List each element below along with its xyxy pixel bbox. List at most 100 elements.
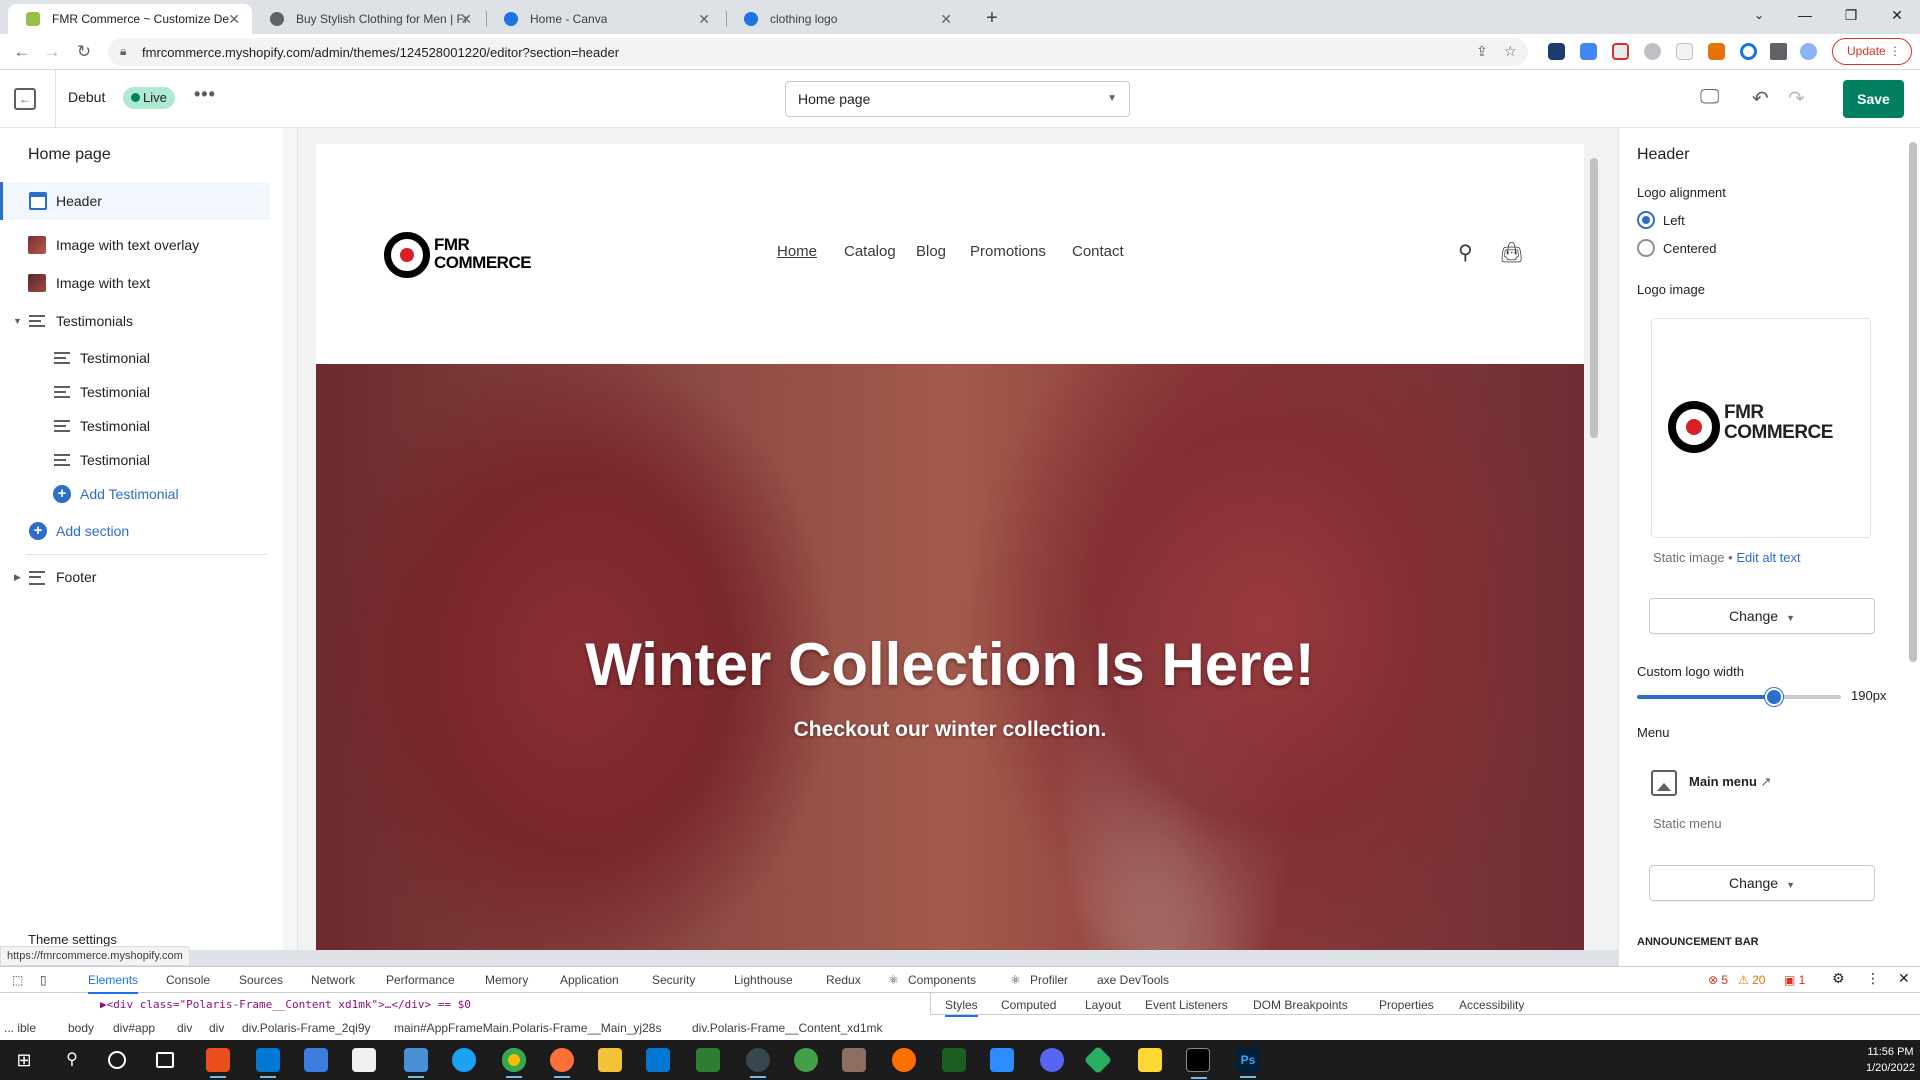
extension-icon[interactable] bbox=[1612, 43, 1629, 60]
edit-alt-text-link[interactable]: Edit alt text bbox=[1736, 550, 1800, 565]
extension-icon[interactable] bbox=[1708, 43, 1725, 60]
subtab-event-listeners[interactable]: Event Listeners bbox=[1145, 998, 1228, 1012]
store-logo[interactable]: FMR COMMERCE bbox=[384, 230, 544, 280]
more-actions-icon[interactable]: ••• bbox=[194, 84, 216, 105]
devtools-tab-memory[interactable]: Memory bbox=[485, 973, 528, 987]
devtools-tab-redux[interactable]: Redux bbox=[826, 973, 861, 987]
radio-left[interactable] bbox=[1637, 211, 1655, 229]
windows-start-icon[interactable]: ⊞ bbox=[12, 1048, 36, 1072]
breadcrumb-item[interactable]: main#AppFrameMain.Polaris-Frame__Main_yj… bbox=[394, 1021, 661, 1035]
search-icon[interactable]: ⚲ bbox=[60, 1048, 84, 1072]
address-bar[interactable]: 🔒︎ fmrcommerce.myshopify.com/admin/theme… bbox=[108, 38, 1528, 66]
devtools-tab-network[interactable]: Network bbox=[311, 973, 355, 987]
devtools-menu-icon[interactable]: ⋮ bbox=[1866, 970, 1880, 987]
nav-link-contact[interactable]: Contact bbox=[1072, 243, 1124, 260]
discord-icon[interactable] bbox=[1040, 1048, 1064, 1072]
excel-icon[interactable] bbox=[942, 1048, 966, 1072]
firefox-icon[interactable] bbox=[550, 1048, 574, 1078]
profile-avatar[interactable] bbox=[1800, 43, 1817, 60]
section-footer[interactable]: ▶ Footer bbox=[0, 558, 270, 596]
change-logo-button[interactable]: Change ▼ bbox=[1649, 598, 1875, 634]
breadcrumb-item[interactable]: body bbox=[68, 1021, 94, 1035]
app-icon[interactable] bbox=[206, 1048, 230, 1078]
subtab-properties[interactable]: Properties bbox=[1379, 998, 1434, 1012]
task-view-icon[interactable] bbox=[156, 1052, 174, 1068]
redo-icon[interactable]: ↷ bbox=[1788, 86, 1805, 111]
update-button[interactable]: Update ⋮ bbox=[1832, 38, 1912, 65]
theme-settings-link[interactable]: Theme settings bbox=[28, 932, 117, 947]
sticky-notes-icon[interactable] bbox=[1138, 1048, 1162, 1072]
block-testimonial[interactable]: Testimonial bbox=[0, 373, 270, 411]
devtools-tab-lighthouse[interactable]: Lighthouse bbox=[734, 973, 793, 987]
browser-tab-clothing[interactable]: Buy Stylish Clothing for Men | Fr ✕ bbox=[252, 4, 484, 34]
collapse-caret-icon[interactable]: ▼ bbox=[13, 316, 22, 326]
logo-width-slider-track[interactable] bbox=[1637, 695, 1841, 699]
logo-image-preview[interactable]: FMR COMMERCE bbox=[1651, 318, 1871, 538]
tab-search-icon[interactable]: ⌄ bbox=[1736, 0, 1782, 30]
maximize-button[interactable]: ❐ bbox=[1828, 0, 1874, 30]
app-icon[interactable] bbox=[842, 1048, 866, 1072]
extension-icon[interactable] bbox=[1740, 43, 1757, 60]
store-icon[interactable] bbox=[646, 1048, 670, 1072]
devtools-tab-performance[interactable]: Performance bbox=[386, 973, 455, 987]
devtools-tab-axe[interactable]: axe DevTools bbox=[1097, 973, 1169, 987]
sidebar-scrollbar[interactable] bbox=[283, 128, 297, 950]
back-icon[interactable]: ← bbox=[10, 40, 34, 64]
search-icon[interactable]: ⚲ bbox=[1458, 240, 1473, 265]
breadcrumb-item[interactable]: div bbox=[209, 1021, 224, 1035]
browser-tab-canva[interactable]: Home - Canva ✕ bbox=[486, 4, 722, 34]
expand-caret-icon[interactable]: ▶ bbox=[14, 572, 21, 583]
preview-scrollbar[interactable] bbox=[1588, 144, 1600, 950]
block-testimonial[interactable]: Testimonial bbox=[0, 441, 270, 479]
breadcrumb-item[interactable]: div.Polaris-Frame_2qi9y bbox=[242, 1021, 371, 1035]
page-selector[interactable]: Home page ▼ bbox=[785, 81, 1130, 117]
extension-icon[interactable] bbox=[1644, 43, 1661, 60]
close-tab-icon[interactable]: ✕ bbox=[460, 11, 472, 27]
section-header[interactable]: Header bbox=[0, 182, 270, 220]
nav-link-catalog[interactable]: Catalog bbox=[844, 243, 896, 260]
logo-width-slider-handle[interactable] bbox=[1764, 688, 1783, 706]
radio-centered[interactable] bbox=[1637, 239, 1655, 257]
vscode-icon[interactable] bbox=[256, 1048, 280, 1078]
new-tab-button[interactable]: + bbox=[978, 5, 1006, 33]
app-icon[interactable] bbox=[696, 1048, 720, 1072]
edge-icon[interactable] bbox=[452, 1048, 476, 1072]
close-tab-icon[interactable]: ✕ bbox=[940, 11, 952, 27]
share-icon[interactable]: ⇪ bbox=[1476, 43, 1488, 60]
block-testimonial[interactable]: Testimonial bbox=[0, 339, 270, 377]
devtools-tab-profiler[interactable]: Profiler bbox=[1030, 973, 1068, 987]
browser-tab-shopify[interactable]: FMR Commerce ~ Customize De ✕ bbox=[8, 4, 252, 34]
section-testimonials[interactable]: ▼ Testimonials bbox=[0, 302, 270, 340]
subtab-computed[interactable]: Computed bbox=[1001, 998, 1056, 1012]
block-testimonial[interactable]: Testimonial bbox=[0, 407, 270, 445]
bookmark-star-icon[interactable]: ☆ bbox=[1504, 43, 1517, 60]
browser-menu-icon[interactable]: ⋮ bbox=[1889, 39, 1901, 64]
devtools-tab-sources[interactable]: Sources bbox=[239, 973, 283, 987]
extension-icon[interactable] bbox=[1676, 43, 1693, 60]
app-icon[interactable] bbox=[892, 1048, 916, 1072]
subtab-accessibility[interactable]: Accessibility bbox=[1459, 998, 1524, 1012]
extension-icon[interactable] bbox=[1548, 43, 1565, 60]
devtools-tab-components[interactable]: Components bbox=[908, 973, 976, 987]
undo-icon[interactable]: ↶ bbox=[1752, 86, 1769, 111]
error-count-badge[interactable]: ⊗ 5 bbox=[1708, 973, 1728, 987]
change-menu-button[interactable]: Change ▼ bbox=[1649, 865, 1875, 901]
mail-icon[interactable] bbox=[404, 1048, 428, 1078]
chrome-icon[interactable] bbox=[502, 1048, 526, 1078]
devtools-tab-elements[interactable]: Elements bbox=[88, 973, 139, 994]
minimize-button[interactable]: — bbox=[1782, 0, 1828, 30]
devtools-tab-security[interactable]: Security bbox=[652, 973, 695, 987]
file-explorer-icon[interactable] bbox=[598, 1048, 622, 1072]
scrollbar-thumb[interactable] bbox=[1909, 142, 1917, 662]
taskbar-clock[interactable]: 11:56 PM 1/20/2022 bbox=[1866, 1044, 1915, 1076]
desktop-view-icon[interactable]: 🖵︎ bbox=[1700, 86, 1719, 109]
save-button[interactable]: Save bbox=[1843, 80, 1904, 118]
terminal-icon[interactable] bbox=[1186, 1048, 1210, 1079]
close-tab-icon[interactable]: ✕ bbox=[228, 11, 240, 27]
warning-count-badge[interactable]: ⚠ 20 bbox=[1738, 973, 1765, 987]
nav-link-blog[interactable]: Blog bbox=[916, 243, 946, 260]
forward-icon[interactable]: → bbox=[40, 40, 64, 64]
cart-bag-icon[interactable]: 👜︎ bbox=[1499, 240, 1524, 265]
devtools-tab-application[interactable]: Application bbox=[560, 973, 619, 987]
close-devtools-icon[interactable]: ✕ bbox=[1898, 970, 1910, 987]
